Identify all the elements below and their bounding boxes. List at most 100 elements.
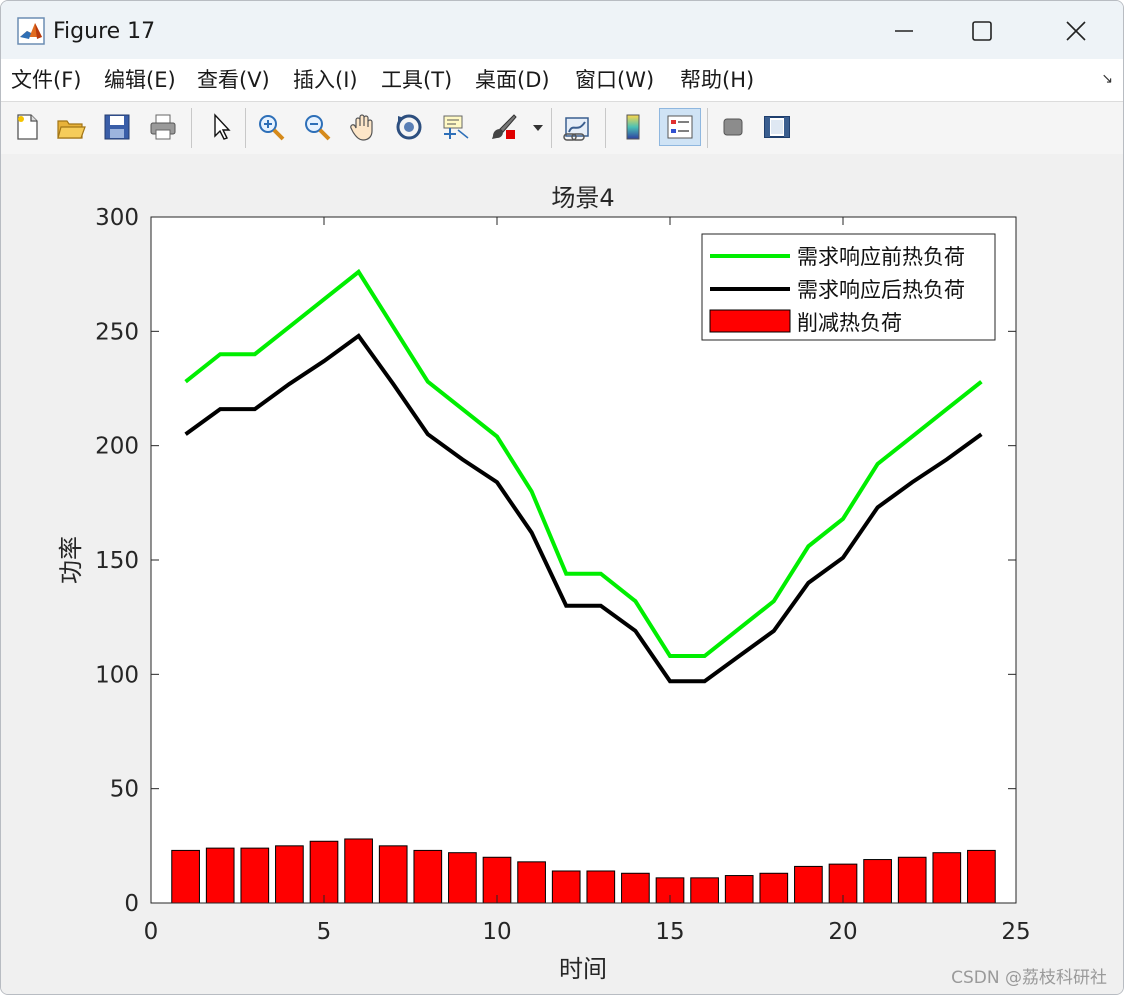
hide-plot-tools-icon (723, 118, 743, 136)
bar-reduction (967, 849, 996, 904)
new-file-icon (17, 114, 38, 140)
menu-view[interactable]: 查看(V) (197, 67, 270, 93)
y-axis-label: 功率 (57, 536, 85, 584)
legend-icon (667, 115, 693, 139)
open-file-button[interactable] (53, 108, 89, 146)
bar-reduction (932, 852, 962, 904)
menu-help[interactable]: 帮助(H) (680, 67, 754, 93)
bar-reduction (724, 875, 754, 904)
bar-reduction (621, 872, 650, 904)
menu-window[interactable]: 窗口(W) (575, 67, 654, 93)
toolbar-separator (245, 108, 246, 148)
printer-icon (150, 114, 176, 140)
maximize-button[interactable] (959, 11, 1005, 51)
bar-reduction (240, 847, 270, 904)
y-tick-label: 50 (110, 777, 139, 803)
menu-desktop[interactable]: 桌面(D) (475, 67, 550, 93)
menu-edit[interactable]: 编辑(E) (104, 67, 176, 93)
new-figure-button[interactable] (9, 108, 45, 146)
bar-reduction (413, 849, 443, 904)
bar-reduction (551, 870, 581, 904)
bar-reduction (448, 852, 477, 904)
y-tick-label: 0 (124, 891, 139, 917)
zoom-out-icon (305, 115, 331, 141)
hide-plot-tools-button[interactable] (715, 108, 751, 146)
x-tick-label: 5 (317, 919, 332, 945)
link-plot-button[interactable] (559, 108, 595, 146)
y-tick-label: 200 (95, 434, 139, 460)
x-tick-label: 15 (655, 919, 684, 945)
y-tick-label: 300 (95, 205, 139, 231)
figure-canvas[interactable]: 0 5 10 15 20 25 0 50 100 150 200 250 300 场景4 时间 功率 … (1, 154, 1123, 994)
bar-reduction (794, 865, 823, 904)
bar-reduction (275, 845, 304, 904)
show-plot-tools-button[interactable] (759, 108, 795, 146)
maximize-icon (972, 21, 992, 41)
menu-file[interactable]: 文件(F) (11, 67, 81, 93)
brush-button[interactable] (485, 108, 521, 146)
y-tick-label: 250 (95, 319, 139, 345)
colorbar-button[interactable] (615, 108, 651, 146)
toolbar-separator (605, 108, 606, 148)
menu-bar: 文件(F) 编辑(E) 查看(V) 插入(I) 工具(T) 桌面(D) 窗口(W… (1, 59, 1123, 101)
link-plot-icon (563, 117, 589, 141)
rotate-3d-icon (396, 114, 422, 140)
close-button[interactable] (1053, 11, 1099, 51)
window-title: Figure 17 (53, 19, 156, 44)
x-tick-label: 20 (828, 919, 857, 945)
legend-swatch-reduction (709, 309, 791, 333)
title-bar[interactable]: Figure 17 (1, 1, 1123, 59)
legend-button[interactable] (659, 108, 701, 146)
legend[interactable]: 需求响应前热负荷 需求响应后热负荷 削减热负荷 (701, 233, 996, 341)
zoom-in-button[interactable] (253, 108, 289, 146)
caret-down-icon (533, 125, 543, 131)
legend-label-before: 需求响应前热负荷 (797, 245, 965, 269)
arrow-pointer-icon (214, 113, 231, 140)
data-cursor-button[interactable] (437, 108, 473, 146)
x-axis-label: 时间 (559, 955, 607, 983)
minimize-icon (895, 30, 913, 32)
save-button[interactable] (99, 108, 135, 146)
bar-reduction (690, 877, 719, 904)
brush-icon (492, 114, 517, 139)
bar-reduction (344, 838, 373, 904)
toolbar-separator (707, 108, 708, 148)
legend-label-reduction: 削减热负荷 (797, 311, 902, 335)
zoom-in-icon (259, 115, 285, 141)
show-plot-tools-icon (764, 116, 790, 138)
hand-pan-icon (350, 114, 373, 141)
menu-tools[interactable]: 工具(T) (381, 67, 452, 93)
data-tip-icon (443, 115, 469, 139)
x-tick-label: 25 (1001, 919, 1030, 945)
colorbar-icon (626, 114, 640, 140)
bar-reduction (171, 849, 200, 904)
figure-window: Figure 17 文件(F) 编辑(E) 查看(V) 插入(I) 工具(T) … (0, 0, 1124, 995)
y-tick-label: 150 (95, 548, 139, 574)
print-button[interactable] (145, 108, 181, 146)
pan-button[interactable] (345, 108, 381, 146)
menu-insert[interactable]: 插入(I) (293, 67, 358, 93)
toolbar-separator (191, 108, 192, 148)
figure-toolbar (1, 101, 1123, 155)
bar-reduction (863, 859, 892, 904)
x-tick-label: 0 (144, 919, 159, 945)
watermark: CSDN @荔枝科研社 (951, 968, 1107, 988)
brush-dropdown-button[interactable] (529, 108, 547, 146)
bar-reduction (517, 861, 546, 904)
legend-label-after: 需求响应后热负荷 (797, 278, 965, 302)
minimize-button[interactable] (881, 11, 927, 51)
bar-reduction (309, 840, 339, 904)
chart-svg[interactable]: 0 5 10 15 20 25 050100150200250300 场景4 时间 功率 … (1, 154, 1123, 994)
matlab-logo-icon (17, 17, 45, 45)
bar-reduction (205, 847, 235, 904)
x-tick-label: 10 (482, 919, 511, 945)
zoom-out-button[interactable] (299, 108, 335, 146)
bar-reduction (586, 870, 616, 904)
save-disk-icon (104, 114, 130, 140)
dock-arrow-icon[interactable]: ↘ (1101, 71, 1113, 87)
toolbar-separator (551, 108, 552, 148)
rotate-3d-button[interactable] (391, 108, 427, 146)
folder-open-icon (57, 120, 86, 139)
pointer-button[interactable] (203, 108, 239, 146)
chart-title: 场景4 (551, 184, 614, 212)
